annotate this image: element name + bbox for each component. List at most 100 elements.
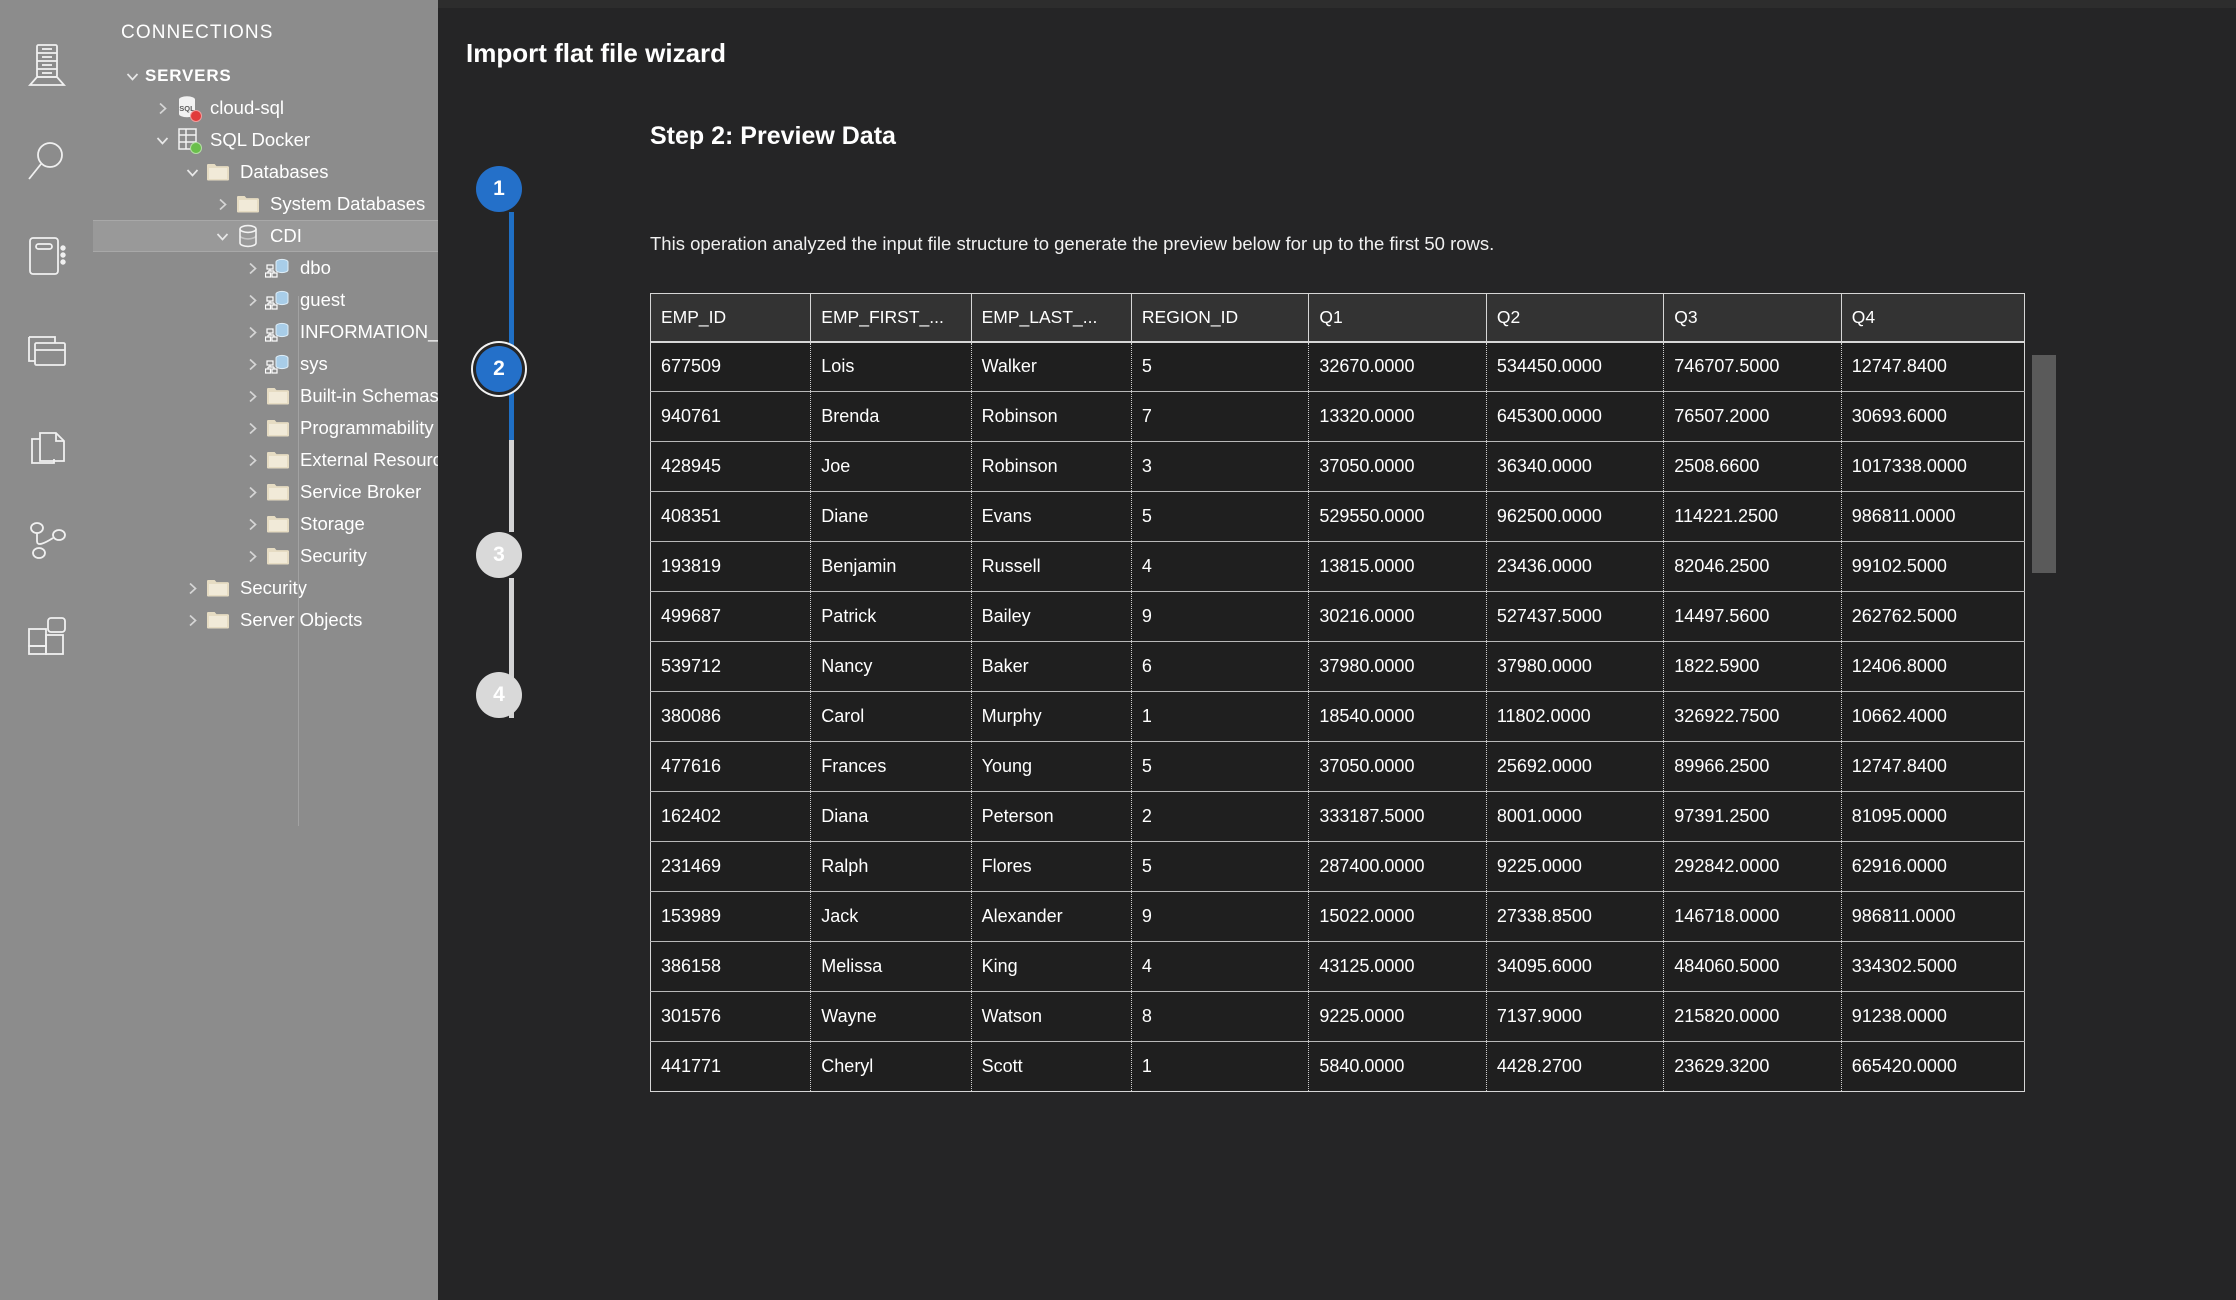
- column-header-empfirst[interactable]: EMP_FIRST_...: [810, 293, 972, 343]
- table-cell: Russell: [971, 541, 1132, 592]
- tree-item-servers[interactable]: SERVERS: [93, 60, 438, 92]
- tree-item-external-resources[interactable]: External Resources: [93, 444, 438, 476]
- connections-graph-icon[interactable]: [0, 493, 93, 588]
- chevron-right-icon[interactable]: [179, 607, 205, 633]
- schema-icon: [265, 287, 291, 313]
- column-header-q1[interactable]: Q1: [1308, 293, 1487, 343]
- table-cell: 428945: [649, 441, 812, 492]
- table-cell: 8001.0000: [1486, 791, 1665, 842]
- source-control-icon[interactable]: [0, 398, 93, 493]
- table-cell: 5: [1131, 491, 1310, 542]
- tree-item-system-databases[interactable]: System Databases: [93, 188, 438, 220]
- chevron-down-icon[interactable]: [119, 63, 145, 89]
- query-history-icon[interactable]: [0, 303, 93, 398]
- table-cell: 12747.8400: [1841, 741, 2026, 792]
- table-cell: 153989: [649, 891, 812, 942]
- tree-item-label: Storage: [300, 513, 365, 534]
- table-cell: 287400.0000: [1308, 841, 1487, 892]
- column-header-q3[interactable]: Q3: [1663, 293, 1842, 343]
- chevron-right-icon[interactable]: [239, 511, 265, 537]
- table-cell: 484060.5000: [1663, 941, 1842, 992]
- tree-item-cdi[interactable]: CDI: [93, 220, 438, 252]
- column-header-q2[interactable]: Q2: [1486, 293, 1665, 343]
- table-cell: 9: [1131, 891, 1310, 942]
- chevron-down-icon[interactable]: [209, 223, 235, 249]
- table-cell: 2508.6600: [1663, 441, 1842, 492]
- table-row: 153989 Jack Alexander 9 15022.0000 27338.8500…: [649, 891, 2026, 942]
- table-cell: 14497.5600: [1663, 591, 1842, 642]
- tree-item-storage[interactable]: Storage: [93, 508, 438, 540]
- table-cell: 539712: [649, 641, 812, 692]
- table-cell: 13320.0000: [1308, 391, 1487, 442]
- folder-icon: [265, 479, 291, 505]
- chevron-right-icon[interactable]: [239, 351, 265, 377]
- table-cell: 9225.0000: [1486, 841, 1665, 892]
- table-cell: 527437.5000: [1486, 591, 1665, 642]
- extensions-icon[interactable]: [0, 588, 93, 683]
- tree-item-label: sys: [300, 353, 328, 374]
- tree-item-sys[interactable]: sys: [93, 348, 438, 380]
- preview-table-scrollbar-thumb[interactable]: [2032, 355, 2056, 573]
- folder-icon: [235, 191, 261, 217]
- search-icon[interactable]: [0, 113, 93, 208]
- tree-item-programmability[interactable]: Programmability: [93, 412, 438, 444]
- table-cell: Wayne: [810, 991, 972, 1042]
- table-cell: 7137.9000: [1486, 991, 1665, 1042]
- table-cell: Melissa: [810, 941, 972, 992]
- column-header-regionid[interactable]: REGION_ID: [1131, 293, 1310, 343]
- tree-item-service-broker[interactable]: Service Broker: [93, 476, 438, 508]
- chevron-right-icon[interactable]: [239, 543, 265, 569]
- wizard-step-2[interactable]: 2: [476, 346, 522, 392]
- wizard-step-1[interactable]: 1: [476, 166, 522, 212]
- chevron-right-icon[interactable]: [239, 287, 265, 313]
- table-cell: 262762.5000: [1841, 591, 2026, 642]
- chevron-right-icon[interactable]: [149, 95, 175, 121]
- tree-item-cloud-sql[interactable]: SQL cloud-sql: [93, 92, 438, 124]
- table-cell: 12406.8000: [1841, 641, 2026, 692]
- column-header-empid[interactable]: EMP_ID: [649, 293, 812, 343]
- table-cell: Peterson: [971, 791, 1132, 842]
- chevron-down-icon[interactable]: [179, 159, 205, 185]
- table-cell: 3: [1131, 441, 1310, 492]
- chevron-right-icon[interactable]: [239, 447, 265, 473]
- table-cell: 477616: [649, 741, 812, 792]
- table-row: 162402 Diana Peterson 2 333187.5000 8001.0000…: [649, 791, 2026, 842]
- chevron-right-icon[interactable]: [209, 191, 235, 217]
- chevron-right-icon[interactable]: [239, 479, 265, 505]
- chevron-right-icon[interactable]: [239, 383, 265, 409]
- tree-item-label: dbo: [300, 257, 331, 278]
- servers-icon[interactable]: [0, 18, 93, 113]
- table-cell: 37980.0000: [1308, 641, 1487, 692]
- table-cell: 5: [1131, 341, 1310, 392]
- tree-item-databases[interactable]: Databases: [93, 156, 438, 188]
- editor-top-strip: [438, 0, 2236, 8]
- table-cell: 534450.0000: [1486, 341, 1665, 392]
- table-row: 380086 Carol Murphy 1 18540.0000 11802.0000 32…: [649, 691, 2026, 742]
- tree-item-built-in-schemas[interactable]: Built-in Schemas: [93, 380, 438, 412]
- folder-icon: [205, 575, 231, 601]
- tree-item-information-schema[interactable]: INFORMATION_SCHEMA: [93, 316, 438, 348]
- wizard-step-3[interactable]: 3: [476, 532, 522, 578]
- chevron-down-icon[interactable]: [149, 127, 175, 153]
- table-cell: 326922.7500: [1663, 691, 1842, 742]
- notebook-icon[interactable]: [0, 208, 93, 303]
- table-cell: 301576: [649, 991, 812, 1042]
- tree-item-security[interactable]: Security: [93, 572, 438, 604]
- chevron-right-icon[interactable]: [179, 575, 205, 601]
- tree-item-dbo[interactable]: dbo: [93, 252, 438, 284]
- tree-item-sql-docker[interactable]: SQL Docker: [93, 124, 438, 156]
- table-cell: 334302.5000: [1841, 941, 2026, 992]
- table-cell: 677509: [649, 341, 812, 392]
- tree-item-server-objects[interactable]: Server Objects: [93, 604, 438, 636]
- wizard-step-4[interactable]: 4: [476, 672, 522, 718]
- chevron-right-icon[interactable]: [239, 255, 265, 281]
- tree-item-security[interactable]: Security: [93, 540, 438, 572]
- chevron-right-icon[interactable]: [239, 319, 265, 345]
- column-header-emplast[interactable]: EMP_LAST_...: [971, 293, 1132, 343]
- table-cell: Flores: [971, 841, 1132, 892]
- table-cell: 81095.0000: [1841, 791, 2026, 842]
- table-cell: 11802.0000: [1486, 691, 1665, 742]
- tree-item-guest[interactable]: guest: [93, 284, 438, 316]
- column-header-q4[interactable]: Q4: [1841, 293, 2026, 343]
- chevron-right-icon[interactable]: [239, 415, 265, 441]
